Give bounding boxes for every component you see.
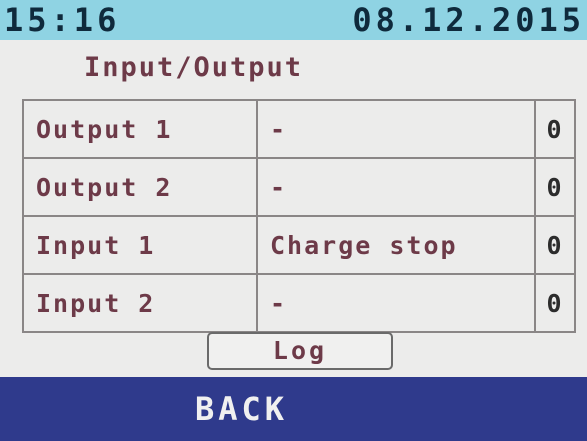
- io-name: Input 1: [22, 215, 258, 275]
- io-status-table: Output 1 - 0 Output 2 - 0 Input 1 Charge…: [22, 99, 576, 333]
- page-title: Input/Output: [84, 52, 304, 83]
- device-screen: 15:16 08.12.2015 Input/Output Output 1 -…: [0, 0, 587, 441]
- io-state: -: [256, 273, 536, 333]
- log-button[interactable]: Log: [207, 332, 393, 370]
- io-count: 0: [534, 273, 576, 333]
- table-row: Input 2 - 0: [22, 273, 576, 333]
- back-button-label: BACK: [194, 390, 289, 428]
- table-row: Output 2 - 0: [22, 157, 576, 217]
- io-count: 0: [534, 215, 576, 275]
- current-date: 08.12.2015: [352, 1, 585, 39]
- io-name: Input 2: [22, 273, 258, 333]
- clock-time: 15:16: [4, 1, 121, 39]
- io-count: 0: [534, 99, 576, 159]
- io-state: -: [256, 99, 536, 159]
- io-count: 0: [534, 157, 576, 217]
- status-bar: 15:16 08.12.2015: [0, 0, 587, 40]
- io-name: Output 1: [22, 99, 258, 159]
- io-state: -: [256, 157, 536, 217]
- io-state: Charge stop: [256, 215, 536, 275]
- back-button[interactable]: BACK: [0, 377, 587, 441]
- table-row: Output 1 - 0: [22, 99, 576, 159]
- io-name: Output 2: [22, 157, 258, 217]
- table-row: Input 1 Charge stop 0: [22, 215, 576, 275]
